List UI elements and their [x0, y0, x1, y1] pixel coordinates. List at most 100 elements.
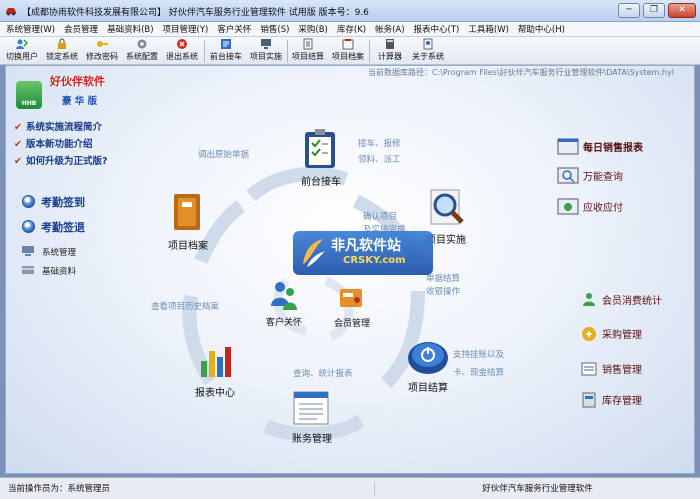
- reception-label: 前台接车: [210, 52, 242, 61]
- menu-basic-data[interactable]: 基础资料(B): [107, 23, 153, 35]
- settle-icon: [303, 38, 313, 50]
- side-system-management[interactable]: 系统管理: [22, 246, 76, 258]
- check-out-button[interactable]: 考勤签退: [22, 219, 85, 235]
- node-reports[interactable]: 报表中心: [184, 341, 246, 399]
- universal-query-button[interactable]: 万能查询: [557, 167, 623, 184]
- hint-payment-a: 支持挂账以及: [453, 350, 505, 360]
- menu-purchase[interactable]: 采购(B): [298, 23, 327, 35]
- hint-payment-b: 卡、现金结算: [453, 368, 505, 378]
- database-path: 当前数据库路径：C:\Program Files\好伙伴汽车服务行业管理软件\D…: [368, 68, 674, 77]
- switch-user-button[interactable]: 切换用户: [4, 38, 40, 64]
- inventory-management-button[interactable]: 库存管理: [580, 391, 642, 408]
- node-accounts[interactable]: 账务管理: [281, 389, 343, 445]
- link-upgrade[interactable]: ✔ 如何升级为正式版?: [14, 153, 107, 167]
- menu-accounts[interactable]: 帐务(A): [375, 23, 404, 35]
- lock-system-label: 锁定系统: [46, 52, 78, 61]
- about-button[interactable]: 关于系统: [410, 38, 446, 64]
- node-settlement-label: 项目结算: [408, 383, 448, 394]
- monitor-icon: [261, 39, 271, 49]
- logo-edition: 豪 华 版: [62, 96, 98, 107]
- exit-system-button[interactable]: 退出系统: [164, 38, 200, 64]
- menu-member[interactable]: 会员管理: [64, 23, 98, 35]
- hint-query-reports: 查询、统计报表: [293, 369, 353, 379]
- key-icon: [97, 41, 108, 47]
- minimize-button[interactable]: ─: [618, 3, 640, 18]
- exit-icon: [177, 39, 187, 49]
- product-logo: HHB 好伙伴软件 豪 华 版: [14, 71, 132, 117]
- close-button[interactable]: ✕: [668, 3, 696, 18]
- exit-system-label: 退出系统: [166, 52, 198, 61]
- switch-user-icon: [16, 39, 28, 49]
- check-in-icon: [22, 195, 35, 208]
- implement-button[interactable]: 项目实施: [248, 38, 284, 64]
- menu-system[interactable]: 系统管理(W): [6, 23, 55, 35]
- system-config-label: 系统配置: [126, 52, 158, 61]
- change-password-button[interactable]: 修改密码: [84, 38, 120, 64]
- status-product: 好伙伴汽车服务行业管理软件: [374, 482, 696, 496]
- check-in-button[interactable]: 考勤签到: [22, 194, 85, 210]
- maximize-button[interactable]: ❐: [643, 3, 665, 18]
- menu-customer-care[interactable]: 客户关怀: [217, 23, 251, 35]
- hint-settle-b: 收银操作: [426, 287, 461, 297]
- toolbar: 切换用户 锁定系统 修改密码 系统配置 退出系统 前台接车 项目实施 项目结算 …: [0, 37, 700, 65]
- calculator-button[interactable]: 计算器: [372, 38, 408, 64]
- calculator-label: 计算器: [378, 52, 402, 61]
- node-customer-care-label: 客户关怀: [265, 318, 302, 328]
- node-reports-label: 报表中心: [195, 388, 235, 399]
- toolbar-separator: [204, 40, 205, 62]
- settlement-button[interactable]: 项目结算: [290, 38, 326, 64]
- node-member-label: 会员管理: [333, 319, 370, 329]
- archive-button[interactable]: 项目档案: [330, 38, 366, 64]
- report-window-icon: [557, 138, 579, 155]
- title-bar: 【成都协雨软件科技发展有限公司】 好伙伴汽车服务行业管理软件 试用版 版本号：9…: [0, 0, 700, 22]
- menu-help[interactable]: 帮助中心(H): [518, 23, 565, 35]
- node-settlement[interactable]: 项目结算: [398, 336, 458, 394]
- database-icon: [22, 266, 34, 274]
- status-operator: 当前操作员为：系统管理员: [8, 484, 111, 494]
- switch-user-label: 切换用户: [6, 52, 38, 61]
- lock-system-button[interactable]: 锁定系统: [44, 38, 80, 64]
- ledger-icon: [293, 391, 329, 425]
- sales-management-button[interactable]: 销售管理: [580, 360, 642, 377]
- watermark-logo-icon: [303, 239, 325, 267]
- toolbar-separator: [287, 40, 288, 62]
- app-icon: [6, 8, 16, 16]
- node-member[interactable]: 会员管理: [328, 283, 376, 329]
- menu-toolbox[interactable]: 工具箱(W): [468, 23, 509, 35]
- menu-inventory[interactable]: 库存(K): [337, 23, 366, 35]
- menu-project[interactable]: 项目管理(Y): [163, 23, 209, 35]
- menu-reports[interactable]: 报表中心(T): [414, 23, 460, 35]
- node-archive[interactable]: 项目档案: [158, 190, 218, 252]
- lock-icon: [58, 38, 66, 49]
- member-consumption-button[interactable]: 会员消费统计: [580, 291, 662, 308]
- node-customer-care[interactable]: 客户关怀: [262, 278, 306, 328]
- link-implementation-guide[interactable]: ✔ 系统实施流程简介: [14, 119, 102, 133]
- check-out-icon: [22, 220, 35, 233]
- sales-icon: [581, 362, 597, 376]
- logo-badge: HHB: [16, 81, 42, 109]
- check-icon: ✔: [14, 156, 22, 167]
- member-card-icon: [340, 289, 362, 307]
- window-title: 【成都协雨软件科技发展有限公司】 好伙伴汽车服务行业管理软件 试用版 版本号：9…: [22, 8, 369, 18]
- menu-sales[interactable]: 销售(S): [260, 23, 289, 35]
- hint-reception-b: 领料、派工: [358, 155, 401, 165]
- system-config-button[interactable]: 系统配置: [124, 38, 160, 64]
- hint-confirm-a: 确认项目: [363, 212, 398, 222]
- node-archive-label: 项目档案: [168, 241, 208, 252]
- reception-button[interactable]: 前台接车: [208, 38, 244, 64]
- inventory-icon: [582, 392, 596, 408]
- search-window-icon: [557, 167, 579, 184]
- change-password-label: 修改密码: [86, 52, 118, 61]
- link-new-features[interactable]: ✔ 版本新功能介绍: [14, 136, 92, 150]
- node-reception[interactable]: 前台接车: [291, 128, 351, 188]
- watermark-title: 非凡软件站: [331, 238, 401, 254]
- reception-icon: [221, 39, 231, 49]
- site-watermark: 非凡软件站 CRSKY.com: [293, 231, 433, 275]
- clipboard-icon: [305, 129, 335, 168]
- bar-chart-icon: [201, 347, 231, 377]
- side-basic-data[interactable]: 基础资料: [22, 265, 76, 277]
- purchase-management-button[interactable]: 采购管理: [580, 325, 642, 342]
- receivable-payable-button[interactable]: 应收应付: [557, 198, 623, 215]
- daily-sales-report-button[interactable]: 每日销售报表: [557, 138, 643, 155]
- purchase-icon: [582, 327, 596, 341]
